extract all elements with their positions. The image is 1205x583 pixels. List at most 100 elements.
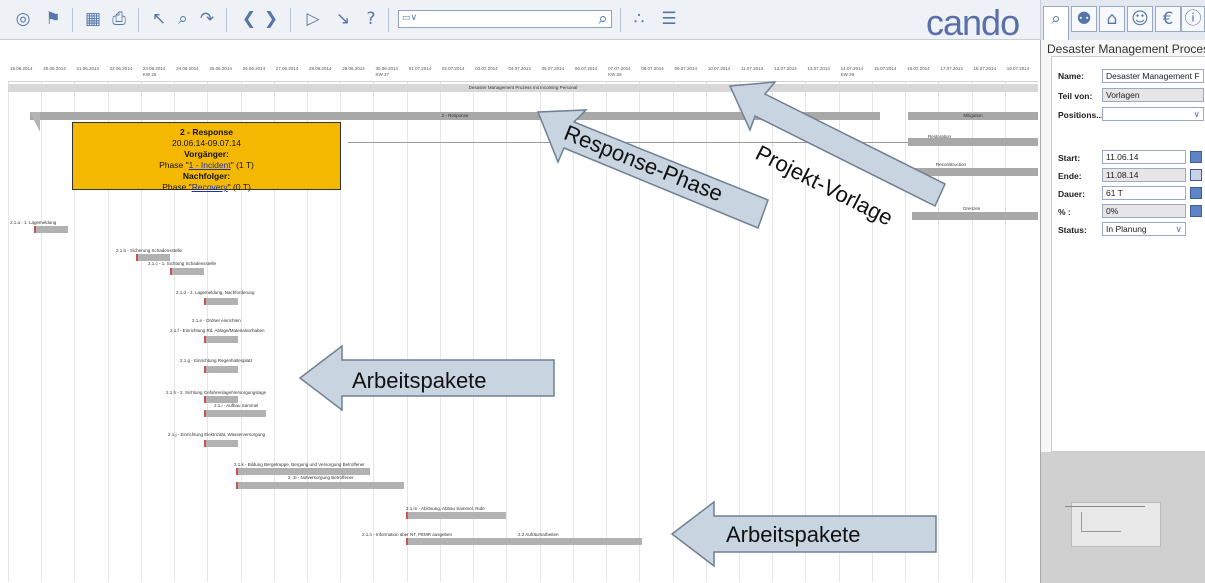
play-icon[interactable]: ▷ [302,8,324,30]
date-cell: 10.07.2014 [707,66,731,71]
predecessor-link[interactable]: 1 - Incident [189,160,231,170]
week-label: KW 26 [142,72,157,77]
task-label: 2.1.m - Ablösung, Abbau Sammel, Rufe [406,506,485,511]
cursor-icon[interactable]: ↖ [148,8,170,30]
task-bar[interactable] [34,226,68,233]
phase-tooltip: 2 - Response 20.06.14-09.07.14 Vorgänger… [72,122,341,192]
toolbar-separator [290,8,291,32]
trend-icon[interactable]: ↘ [332,8,354,30]
task-bar[interactable] [204,396,238,403]
percent-label: % : [1058,207,1071,217]
task-bar[interactable] [204,410,266,417]
date-cell: 05.07.2014 [541,66,565,71]
date-cell: 21.06.2014 [76,66,99,71]
date-cell: 20.06.2014 [43,66,66,71]
positions-dropdown[interactable]: ∨ [1102,107,1204,121]
toolbar-separator [226,8,227,32]
task-label: 2.2 Aufräumarbeiten [518,532,559,537]
ende-label: Ende: [1058,171,1082,181]
overview-minimap[interactable] [1040,452,1205,583]
calendar-icon[interactable] [1190,169,1202,181]
link-icon[interactable]: ↷ [196,8,218,30]
date-cell: 28.06.2014 [309,66,332,71]
task-bar[interactable] [136,254,170,261]
scatter-icon[interactable]: ∴ [628,8,650,30]
info-icon[interactable]: ⓘ [1181,6,1205,32]
print-icon[interactable]: ⎙ [108,8,130,30]
task-bar[interactable] [406,512,506,519]
tooltip-successor: Phase "Recovery" (0 T) [162,182,251,192]
ende-field: 11.08.14 [1102,168,1186,182]
name-label: Name: [1058,71,1084,81]
person-icon[interactable]: ☺ [1127,6,1153,32]
task-bar[interactable] [204,440,238,447]
task-bar[interactable] [204,366,238,373]
task-bar[interactable] [170,268,204,275]
start-label: Start: [1058,153,1081,163]
task-label: 2.1.e - Ordner einrichten [192,318,241,323]
task-bar[interactable] [204,298,238,305]
percent-field: 0% [1102,204,1186,218]
date-cell: 22.06.2014 [109,66,133,71]
task-label: 2.1.a - 1. Lagemeldung [10,220,57,225]
chevron-down-icon: ∨ [1193,109,1200,119]
teil-label: Teil von: [1058,91,1093,101]
list-icon[interactable]: ☰ [658,8,680,30]
gridline [1004,82,1006,582]
date-cell: 01.07.2014 [408,66,432,71]
edit-icon[interactable] [1190,187,1202,199]
task-bar[interactable] [236,468,370,475]
edit-icon[interactable] [1190,205,1202,217]
search-icon[interactable]: ⌕ [172,8,194,30]
task-label: 2.1.k - Bildung Bergetruppe, Bergung und… [234,462,365,467]
task-label: 2.1.i - Aufbau Sammel [214,403,259,408]
date-cell: 16.07.2014 [907,66,930,71]
chevron-down-icon: ∨ [1175,224,1182,234]
start-field[interactable]: 11.06.14 [1102,150,1186,164]
teil-field: Vorlagen [1102,88,1204,102]
task-bar[interactable] [236,482,404,489]
euro-icon[interactable]: € [1155,6,1181,32]
lightbulb-icon[interactable]: ⚉ [1071,6,1097,32]
task-bar[interactable] [406,538,642,545]
date-cell: 03.07.2014 [475,66,498,71]
filter-combo[interactable]: ▭∨ [398,10,612,28]
brand-logo: cando [926,2,1020,43]
gridline [41,82,43,582]
task-label: 2.1.f - Einrichtung Rd. Ablage/Materialv… [170,328,265,333]
week-label: KW 28 [608,72,622,77]
status-dropdown[interactable]: In Planung ∨ [1102,222,1186,236]
property-panel: Desaster Management Proces Name: Desaste… [1040,40,1205,452]
chart-save-icon[interactable]: ▦ [82,8,104,30]
date-cell: 26.06.2014 [242,66,266,71]
date-cell: 18.07.2014 [973,66,997,71]
gridline [373,82,375,582]
help-icon[interactable]: ? [360,8,382,30]
tooltip-successor-heading: Nachfolger: [182,171,231,181]
date-cell: 23.06.2014 [142,66,166,71]
lock-icon[interactable]: ⌂ [1099,6,1125,32]
next-icon[interactable]: ❯ [260,8,282,30]
tooltip-title: 2 - Response [180,127,233,137]
tooltip-predecessor: Phase "1 - Incident" (1 T) [159,160,254,170]
task-bar[interactable] [204,336,238,343]
calendar-icon[interactable] [1190,151,1202,163]
filter-icon: ▭∨ [402,12,418,22]
main-toolbar: ◎ ⚑ ▦ ⎙ ↖ ⌕ ↷ ❮ ❯ ▷ ↘ ? ▭∨ ⌕ ∴ ☰ cando [0,0,1040,43]
successor-link[interactable]: Recovery [192,182,228,192]
date-cell: 07.07.2014 [608,66,631,71]
search-icon[interactable]: ⌕ [592,8,614,30]
name-field[interactable]: Desaster Management F [1102,69,1204,83]
eye-icon[interactable]: ◎ [12,8,34,30]
date-cell: 17.07.2014 [940,66,963,71]
previous-icon[interactable]: ❮ [238,8,260,30]
date-cell: 08.07.2014 [641,66,664,71]
search-icon[interactable]: ⌕ [1043,6,1069,40]
dauer-field[interactable]: 61 T [1102,186,1186,200]
positions-label: Positions... [1058,110,1104,120]
toolbar-separator [138,8,139,32]
tooltip-dates: 20.06.14-09.07.14 [171,138,241,148]
flag-icon[interactable]: ⚑ [42,8,64,30]
task-label: 2. 1l - Notversorgung Betroffener [288,475,354,480]
date-cell: 02.07.2014 [441,66,465,71]
